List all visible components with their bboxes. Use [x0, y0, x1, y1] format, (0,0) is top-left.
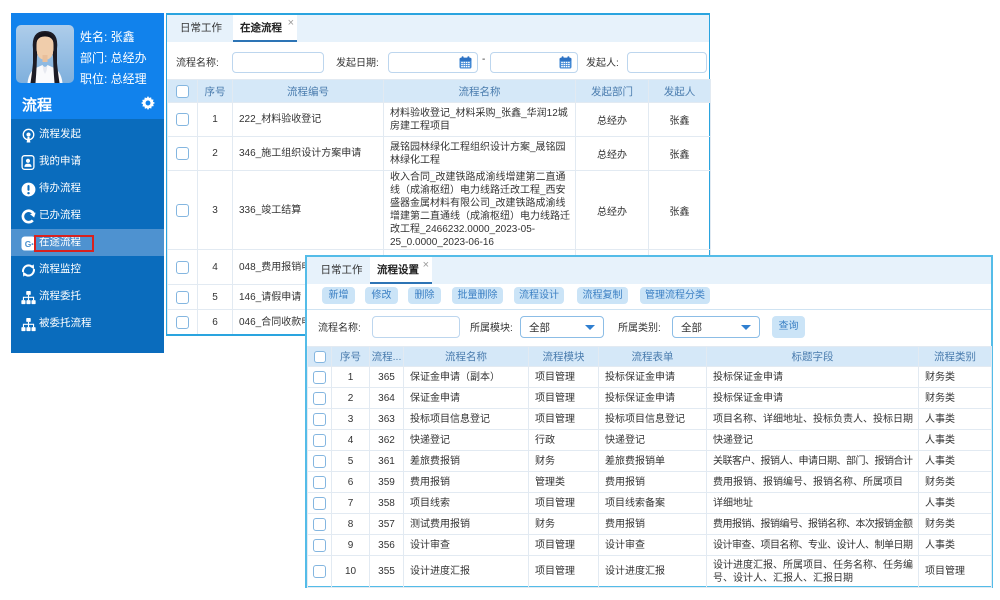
svg-text:G: G: [25, 239, 32, 249]
